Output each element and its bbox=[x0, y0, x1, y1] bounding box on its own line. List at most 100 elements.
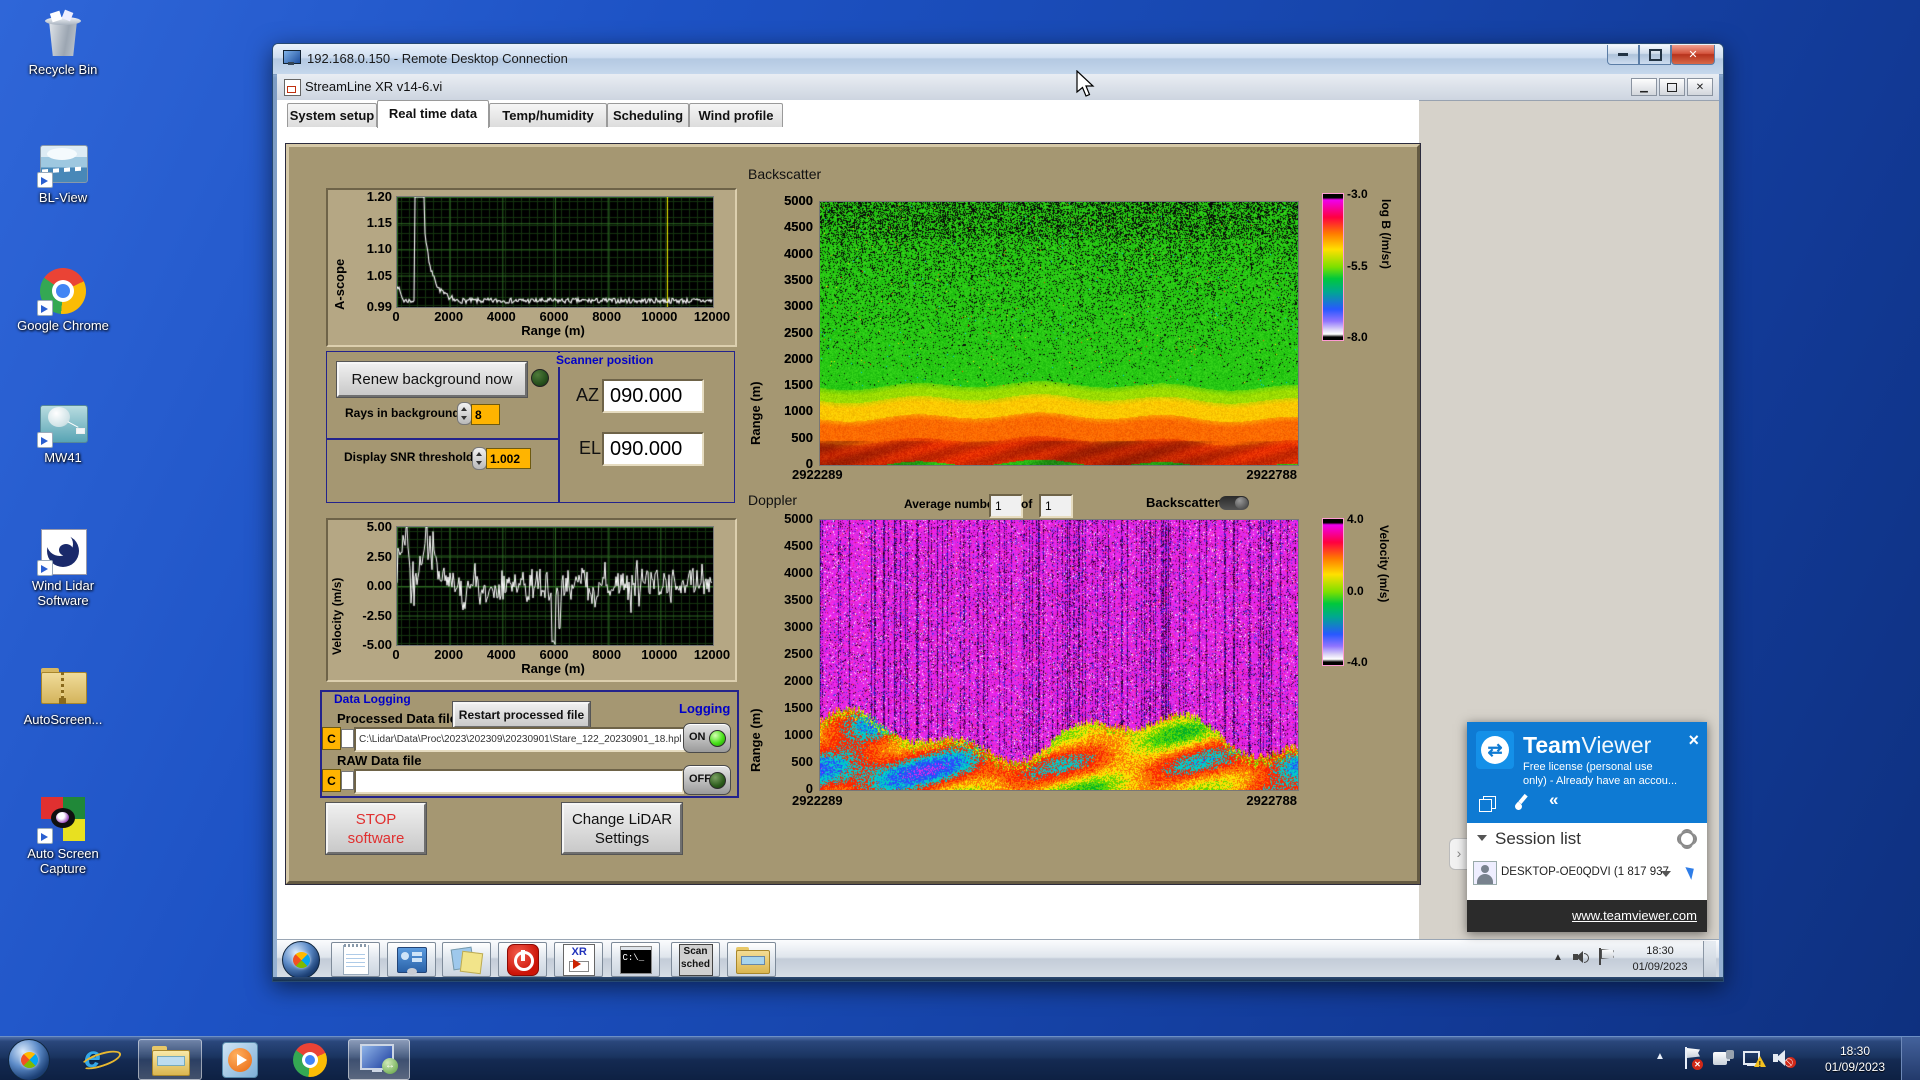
processed-logging-toggle[interactable]: ON bbox=[683, 723, 731, 753]
windows-explorer-icon bbox=[152, 1046, 190, 1076]
windows-flag-icon bbox=[20, 1052, 38, 1068]
average-number-field[interactable]: 1 bbox=[989, 494, 1023, 518]
backscatter-toggle-switch[interactable] bbox=[1219, 496, 1249, 510]
backscatter-cb-tick-mid: -5.5 bbox=[1347, 259, 1368, 273]
desktop-icon-label: Recycle Bin bbox=[28, 62, 98, 77]
browse-file-icon bbox=[341, 729, 354, 748]
tab-temp-humidity[interactable]: Temp/humidity bbox=[489, 103, 607, 127]
tab-real-time-data[interactable]: Real time data bbox=[377, 100, 489, 128]
close-button[interactable]: ✕ bbox=[1671, 45, 1715, 65]
teamviewer-url-link[interactable]: www.teamviewer.com bbox=[1572, 908, 1697, 923]
rdp-window-controls: ✕ bbox=[1607, 45, 1715, 65]
velocity-plot-frame: Velocity (m/s) Range (m) 5.00 2.50 0.00 -2.… bbox=[326, 518, 737, 682]
session-list-gear-icon[interactable] bbox=[1679, 831, 1695, 847]
axis-tick-label: 1000 bbox=[784, 403, 813, 419]
desktop-icon-auto-screen-capture[interactable]: Auto Screen Capture bbox=[8, 796, 118, 876]
volume-muted-icon[interactable]: ⃠ bbox=[1773, 1049, 1797, 1069]
session-start-button[interactable] bbox=[282, 941, 320, 979]
taskbar-rdp-button[interactable]: ↔ bbox=[348, 1039, 410, 1080]
snr-threshold-label: Display SNR threshold bbox=[344, 450, 474, 464]
app-title-bar[interactable]: StreamLine XR v14-6.vi ▁ ✕ bbox=[277, 74, 1719, 101]
taskbar-settings-button[interactable] bbox=[387, 942, 436, 977]
power-battery-icon[interactable] bbox=[1713, 1050, 1735, 1068]
folder-icon bbox=[735, 946, 770, 974]
session-item-dropdown-icon[interactable] bbox=[1661, 871, 1671, 877]
rdp-window-bottom-frame bbox=[273, 977, 1723, 981]
desktop-icon-google-chrome[interactable]: Google Chrome bbox=[8, 268, 118, 333]
axis-tick-label: 6000 bbox=[539, 647, 569, 662]
mw41-icon bbox=[37, 400, 88, 448]
taskbar-ie-button[interactable]: e bbox=[72, 1039, 126, 1078]
taskbar-folder-button[interactable] bbox=[727, 942, 776, 977]
change-lidar-settings-button[interactable]: Change LiDAR Settings bbox=[562, 803, 682, 854]
connect-cursor-icon[interactable] bbox=[1685, 864, 1698, 880]
session-speaker-icon[interactable] bbox=[1573, 950, 1589, 964]
taskbar-sticky-notes-button[interactable] bbox=[442, 942, 491, 977]
taskbar-chrome-button[interactable] bbox=[282, 1039, 338, 1078]
data-logging-title: Data Logging bbox=[334, 692, 411, 706]
session-copy-icon[interactable] bbox=[1479, 796, 1496, 812]
desktop-icon-bl-view[interactable]: BL-View bbox=[8, 140, 118, 205]
session-list-expander-icon[interactable] bbox=[1477, 835, 1487, 841]
snr-value-field[interactable]: 1.002 bbox=[486, 448, 531, 469]
teamviewer-collapse-handle[interactable]: › bbox=[1449, 838, 1469, 870]
shortcut-arrow-icon bbox=[37, 432, 53, 448]
rays-value-field[interactable]: 8 bbox=[471, 404, 500, 425]
raw-logging-toggle[interactable]: OFF bbox=[683, 765, 731, 795]
session-tray-expand-icon[interactable]: ▲ bbox=[1553, 952, 1563, 963]
host-clock[interactable]: 18:30 01/09/2023 bbox=[1815, 1043, 1895, 1075]
tab-strip: System setup Real time data Temp/humidit… bbox=[277, 100, 1419, 128]
tab-wind-profile[interactable]: Wind profile bbox=[689, 103, 783, 127]
teamviewer-body: Session list DESKTOP-OE0QDVI (1 817 937 bbox=[1467, 823, 1707, 900]
action-center-flag-icon[interactable]: ✕ bbox=[1683, 1047, 1703, 1071]
minimize-button[interactable] bbox=[1607, 45, 1639, 65]
front-panel: A-scope Range (m) 1.20 1.15 1.10 1.05 0.99 0 2… bbox=[286, 144, 1420, 884]
desktop-icon-recycle-bin[interactable]: Recycle Bin bbox=[8, 9, 118, 77]
taskbar-scan-sched-button[interactable]: Scan sched bbox=[671, 942, 720, 977]
tab-system-setup[interactable]: System setup bbox=[287, 103, 377, 127]
desktop-icon-mw41[interactable]: MW41 bbox=[8, 400, 118, 465]
taskbar-stop-button[interactable] bbox=[498, 942, 547, 977]
rays-spinner[interactable] bbox=[457, 402, 472, 425]
app-restore-button[interactable] bbox=[1659, 78, 1685, 96]
desktop-icon-autoscreen-zip[interactable]: AutoScreen... bbox=[8, 662, 118, 727]
processed-path-field[interactable]: C:\Lidar\Data\Proc\2023\202309\20230901\… bbox=[354, 727, 687, 752]
session-show-desktop-button[interactable] bbox=[1703, 941, 1716, 977]
taskbar-wmp-button[interactable] bbox=[212, 1039, 268, 1078]
session-item-name[interactable]: DESKTOP-OE0QDVI (1 817 937 bbox=[1501, 866, 1669, 878]
start-button[interactable] bbox=[8, 1039, 50, 1080]
collapse-chevrons-icon[interactable]: « bbox=[1549, 790, 1558, 810]
recycle-bin-icon bbox=[39, 9, 87, 58]
snr-spinner[interactable] bbox=[472, 447, 487, 470]
taskbar-explorer-button[interactable] bbox=[138, 1039, 202, 1080]
renew-background-button[interactable]: Renew background now bbox=[337, 362, 527, 397]
taskbar-streamline-xr-button[interactable]: XR bbox=[554, 942, 603, 977]
rdp-app-icon bbox=[283, 50, 301, 66]
restart-processed-file-button[interactable]: Restart processed file bbox=[453, 702, 590, 728]
whiteboard-brush-icon[interactable] bbox=[1513, 793, 1531, 812]
app-close-button[interactable]: ✕ bbox=[1687, 78, 1713, 96]
taskbar-notepad-button[interactable] bbox=[331, 942, 380, 977]
maximize-button[interactable] bbox=[1639, 45, 1671, 65]
session-clock[interactable]: 18:30 01/09/2023 bbox=[1625, 943, 1695, 975]
desktop-icon-wind-lidar[interactable]: Wind Lidar Software bbox=[8, 528, 118, 608]
scan-sched-icon: Scan sched bbox=[678, 943, 713, 976]
taskbar-cmd-button[interactable]: C:\_ bbox=[611, 942, 660, 977]
teamviewer-footer: www.teamviewer.com bbox=[1467, 900, 1707, 932]
stop-software-button[interactable]: STOP software bbox=[326, 803, 426, 854]
network-status-icon[interactable]: ! bbox=[1743, 1049, 1767, 1069]
app-minimize-button[interactable]: ▁ bbox=[1631, 78, 1657, 96]
session-flag-icon[interactable] bbox=[1597, 948, 1614, 966]
stop-power-icon bbox=[506, 943, 539, 976]
az-value-field[interactable]: 090.000 bbox=[602, 379, 704, 413]
average-total-field[interactable]: 1 bbox=[1039, 494, 1073, 518]
tab-scheduling[interactable]: Scheduling bbox=[607, 103, 689, 127]
teamviewer-close-icon[interactable]: × bbox=[1688, 730, 1699, 751]
el-value-field[interactable]: 090.000 bbox=[602, 432, 704, 466]
rdp-title-bar[interactable]: 192.168.0.150 - Remote Desktop Connectio… bbox=[273, 44, 1723, 75]
show-desktop-button[interactable] bbox=[1901, 1037, 1920, 1080]
tray-expand-icon[interactable]: ▲ bbox=[1655, 1051, 1665, 1062]
raw-drive-selector[interactable]: C bbox=[322, 769, 341, 792]
raw-path-field[interactable] bbox=[354, 769, 684, 794]
processed-drive-selector[interactable]: C bbox=[322, 727, 341, 750]
